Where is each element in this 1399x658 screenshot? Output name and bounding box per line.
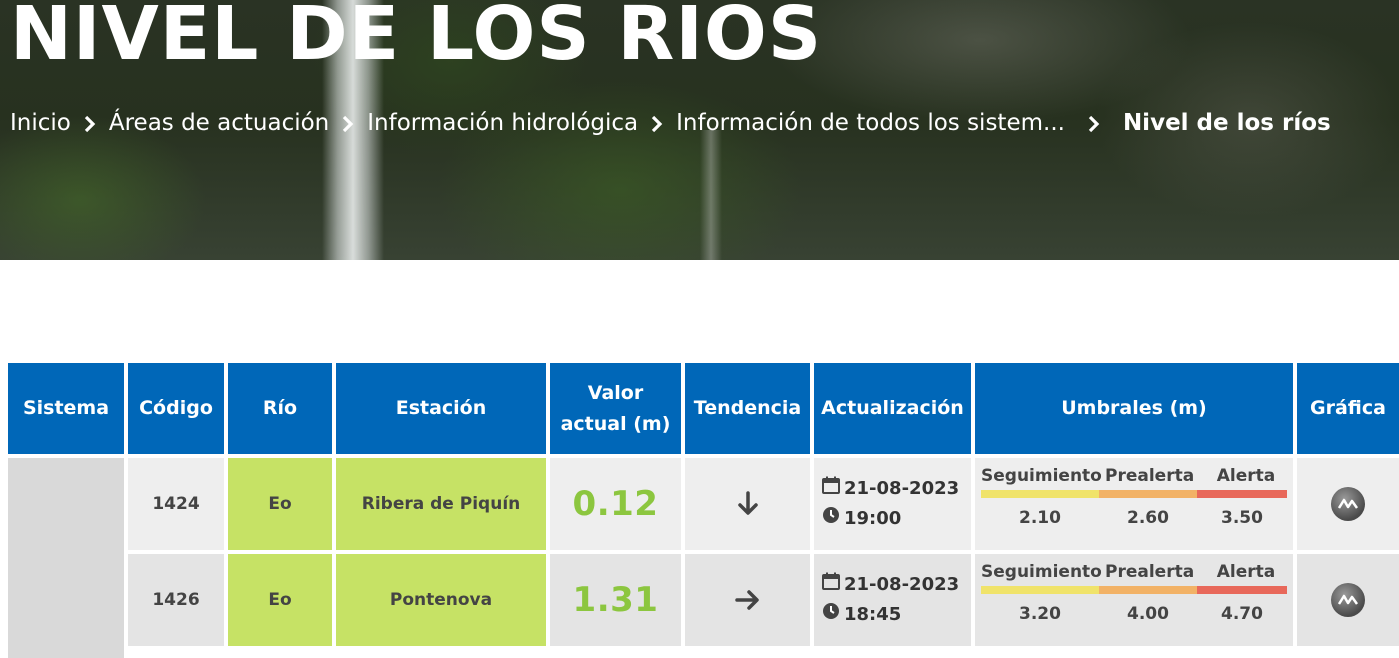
value-prealerta: 2.60 (1127, 508, 1169, 528)
actualizacion-cell: 21-08-2023 18:45 (814, 554, 971, 646)
header-tendencia: Tendencia (685, 363, 810, 454)
label-seguimiento: Seguimiento (981, 562, 1102, 582)
hero-stream-image (700, 130, 722, 260)
value-alerta: 4.70 (1221, 604, 1263, 624)
prealerta-band (1099, 490, 1197, 498)
calendar-icon (822, 570, 840, 600)
update-time: 18:45 (844, 604, 902, 625)
chevron-right-icon (329, 111, 367, 136)
header-estacion: Estación (336, 363, 546, 454)
valor-cell: 0.12 (550, 458, 681, 550)
seguimiento-band (981, 490, 1099, 498)
update-date: 21-08-2023 (844, 574, 960, 595)
value-alerta: 3.50 (1221, 508, 1263, 528)
tendencia-cell (685, 458, 810, 550)
threshold-bar (981, 586, 1287, 594)
umbrales-cell: Seguimiento Prealerta Alerta 2.10 2.60 3… (975, 458, 1293, 550)
estacion-cell: Ribera de Piquín (336, 458, 546, 550)
rio-cell: Eo (228, 554, 332, 646)
seguimiento-band (981, 586, 1099, 594)
page-title: NIVEL DE LOS RÍOS (10, 0, 823, 77)
calendar-icon (822, 474, 840, 504)
chart-icon[interactable] (1331, 583, 1365, 617)
header-codigo: Código (128, 363, 224, 454)
breadcrumb-item-info-sistemas[interactable]: Información de todos los sistem... (676, 110, 1065, 136)
hero-banner: NIVEL DE LOS RÍOS Inicio Áreas de actuac… (0, 0, 1399, 260)
label-prealerta: Prealerta (1105, 466, 1195, 486)
label-alerta: Alerta (1216, 466, 1276, 486)
codigo-cell: 1424 (128, 458, 224, 550)
right-arrow-icon (734, 589, 761, 611)
actualizacion-cell: 21-08-2023 19:00 (814, 458, 971, 550)
breadcrumb-item-areas[interactable]: Áreas de actuación (109, 110, 329, 136)
chevron-right-icon (638, 111, 676, 136)
valor-cell: 1.31 (550, 554, 681, 646)
table-row: 1424 Eo Ribera de Piquín 0.12 21-08-2023… (8, 458, 1399, 550)
alerta-band (1197, 586, 1287, 594)
clock-icon (822, 600, 840, 630)
chevron-right-icon (71, 111, 109, 136)
clock-icon (822, 504, 840, 534)
header-rio: Río (228, 363, 332, 454)
tendencia-cell (685, 554, 810, 646)
value-seguimiento: 2.10 (1019, 508, 1061, 528)
value-seguimiento: 3.20 (1019, 604, 1061, 624)
header-valor: Valor actual (m) (550, 363, 681, 454)
prealerta-band (1099, 586, 1197, 594)
breadcrumb-item-inicio[interactable]: Inicio (10, 110, 71, 136)
rio-cell: Eo (228, 458, 332, 550)
umbrales-cell: Seguimiento Prealerta Alerta 3.20 4.00 4… (975, 554, 1293, 646)
valor-actual: 1.31 (572, 580, 659, 620)
chart-icon[interactable] (1331, 487, 1365, 521)
header-sistema: Sistema (8, 363, 124, 454)
table-header-row: Sistema Código Río Estación Valor actual … (8, 363, 1399, 454)
estacion-cell: Pontenova (336, 554, 546, 646)
breadcrumb-item-current: Nivel de los ríos (1122, 110, 1331, 136)
threshold-bar (981, 490, 1287, 498)
label-prealerta: Prealerta (1105, 562, 1195, 582)
sistema-cell (8, 458, 124, 658)
alerta-band (1197, 490, 1287, 498)
header-umbrales: Umbrales (m) (975, 363, 1293, 454)
grafica-cell (1297, 554, 1399, 646)
grafica-cell (1297, 458, 1399, 550)
chevron-right-icon (1065, 111, 1123, 136)
label-seguimiento: Seguimiento (981, 466, 1102, 486)
header-valor-line2: actual (m) (560, 412, 671, 435)
valor-actual: 0.12 (572, 484, 659, 524)
river-level-table: Sistema Código Río Estación Valor actual … (8, 363, 1399, 658)
label-alerta: Alerta (1216, 562, 1276, 582)
header-grafica: Gráfica (1297, 363, 1399, 454)
value-prealerta: 4.00 (1127, 604, 1169, 624)
table-row: 1426 Eo Pontenova 1.31 21-08-2023 18:45 … (8, 554, 1399, 646)
breadcrumb: Inicio Áreas de actuación Información hi… (10, 110, 1331, 136)
down-arrow-icon (737, 491, 759, 517)
update-time: 19:00 (844, 508, 902, 529)
breadcrumb-item-info-hidrologica[interactable]: Información hidrológica (367, 110, 638, 136)
header-actualizacion: Actualización (814, 363, 971, 454)
codigo-cell: 1426 (128, 554, 224, 646)
update-date: 21-08-2023 (844, 478, 960, 499)
header-valor-line1: Valor (587, 382, 644, 405)
